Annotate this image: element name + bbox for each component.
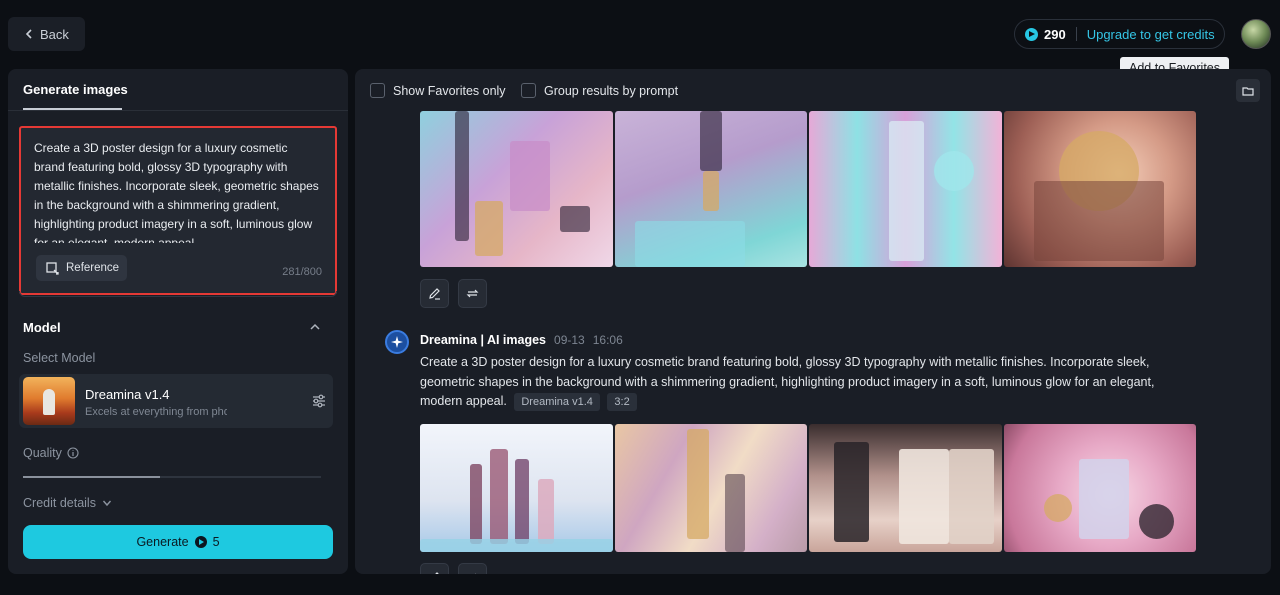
model-thumbnail <box>23 377 75 425</box>
prompt-box-frame <box>19 291 337 297</box>
select-model-label: Select Model <box>23 351 96 365</box>
result-image[interactable] <box>809 111 1002 267</box>
quality-slider-fill <box>23 476 161 478</box>
regenerate-icon <box>466 289 479 298</box>
model-description: Excels at everything from photorealism <box>85 406 227 418</box>
result-image[interactable] <box>420 111 613 267</box>
generate-label: Generate <box>136 535 189 549</box>
favorites-folder-button[interactable] <box>1236 79 1260 102</box>
message-author: Dreamina | AI images <box>420 333 547 347</box>
generate-panel: Generate images Create a 3D poster desig… <box>8 69 348 574</box>
dreamina-avatar <box>385 330 409 354</box>
credits-count: 290 <box>1044 26 1066 42</box>
upgrade-link[interactable]: Upgrade to get credits <box>1087 27 1215 42</box>
generate-button[interactable]: Generate 5 <box>23 525 333 559</box>
edit-icon <box>429 288 440 300</box>
show-favorites-label: Show Favorites only <box>393 83 506 98</box>
message-time: 16:06 <box>592 333 623 347</box>
credit-coin-icon <box>1025 27 1038 41</box>
model-selector-card[interactable]: Dreamina v1.4 Excels at everything from … <box>19 374 333 428</box>
chevron-up-icon[interactable] <box>309 321 321 333</box>
checkbox-box[interactable] <box>521 83 536 98</box>
quality-label: Quality <box>23 446 79 460</box>
quality-slider[interactable] <box>23 476 321 478</box>
result-image[interactable] <box>615 424 807 552</box>
model-section-title: Model <box>23 320 61 335</box>
credits-pill[interactable]: 290 Upgrade to get credits <box>1014 19 1225 49</box>
result-image[interactable] <box>1004 111 1196 267</box>
char-count: 281/800 <box>282 266 322 278</box>
user-avatar[interactable] <box>1241 19 1271 49</box>
reference-icon <box>46 261 59 275</box>
show-favorites-checkbox[interactable]: Show Favorites only <box>370 83 506 98</box>
regenerate-button[interactable] <box>458 563 487 574</box>
pill-divider <box>1075 27 1077 41</box>
checkbox-box[interactable] <box>370 83 385 98</box>
edit-button[interactable] <box>420 563 449 574</box>
panel-divider <box>8 110 348 111</box>
chevron-left-icon <box>25 29 32 39</box>
back-button[interactable]: Back <box>8 17 85 51</box>
results-panel: Show Favorites only Group results by pro… <box>355 69 1271 574</box>
result-image[interactable] <box>1004 424 1196 552</box>
message-prompt: Create a 3D poster design for a luxury c… <box>420 353 1195 412</box>
back-label: Back <box>40 26 69 42</box>
credit-coin-icon <box>194 536 207 548</box>
prompt-input-box[interactable]: Create a 3D poster design for a luxury c… <box>19 126 337 295</box>
credit-details-toggle[interactable]: Credit details <box>23 496 112 510</box>
message-date: 09-13 <box>554 333 585 347</box>
group-results-label: Group results by prompt <box>544 83 679 98</box>
model-name: Dreamina v1.4 <box>85 387 170 402</box>
model-tag: Dreamina v1.4 <box>514 393 600 411</box>
edit-icon <box>435 572 439 574</box>
prompt-textarea[interactable]: Create a 3D poster design for a luxury c… <box>34 139 319 243</box>
regenerate-button[interactable] <box>458 279 487 308</box>
group-results-checkbox[interactable]: Group results by prompt <box>521 83 678 98</box>
sliders-icon[interactable] <box>311 393 327 409</box>
quality-text: Quality <box>23 446 62 460</box>
reference-button[interactable]: Reference <box>36 255 127 281</box>
ratio-tag: 3:2 <box>607 393 637 411</box>
reference-label: Reference <box>66 262 120 274</box>
result-image[interactable] <box>615 111 807 267</box>
regenerate-icon <box>475 573 476 574</box>
edit-button[interactable] <box>420 279 449 308</box>
tab-generate-images[interactable]: Generate images <box>23 82 128 97</box>
generate-cost: 5 <box>212 535 220 549</box>
dreamina-star-icon <box>391 336 403 348</box>
result-image[interactable] <box>809 424 1002 552</box>
chevron-down-icon <box>102 500 111 507</box>
info-icon[interactable] <box>67 447 79 459</box>
credit-details-label: Credit details <box>23 496 96 510</box>
message-header: Dreamina | AI images 09-13 16:06 <box>420 333 623 347</box>
result-image[interactable] <box>420 424 613 552</box>
folder-icon <box>1242 86 1254 96</box>
